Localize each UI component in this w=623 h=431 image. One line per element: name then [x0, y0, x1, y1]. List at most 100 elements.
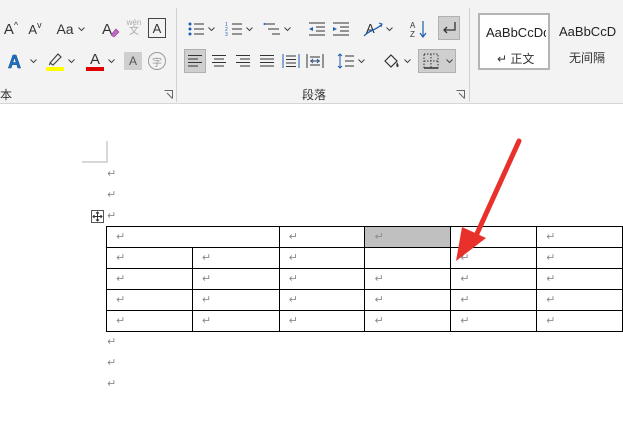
highlight-dropdown[interactable]	[66, 49, 76, 73]
table-cell[interactable]: ↵	[278, 247, 366, 269]
chinese-layout-button[interactable]: A	[362, 17, 384, 41]
column-width-button[interactable]	[304, 49, 326, 73]
line-spacing-dropdown[interactable]	[356, 49, 366, 73]
shrink-font-button[interactable]: Av	[24, 17, 46, 41]
multilevel-list-dropdown[interactable]	[282, 17, 292, 41]
style-normal[interactable]: AaBbCcDd ↵ 正文	[478, 13, 550, 70]
table-cell[interactable]: ↵	[364, 268, 452, 290]
increase-indent-button[interactable]	[330, 17, 352, 41]
highlight-color-swatch	[46, 67, 64, 71]
table-cell[interactable]: ↵	[106, 289, 193, 311]
character-shading-button[interactable]: A	[124, 52, 142, 70]
table-row: ↵ ↵ ↵ ↵ ↵	[106, 247, 623, 269]
table-cell[interactable]: ↵	[364, 310, 452, 332]
clear-formatting-button[interactable]: A	[100, 17, 120, 41]
chevron-down-icon	[357, 58, 365, 63]
chevron-down-icon	[446, 58, 453, 63]
align-left-button[interactable]	[184, 49, 206, 73]
table-cell[interactable]: ↵	[536, 247, 623, 269]
table-cell[interactable]: ↵	[191, 289, 280, 311]
table-cell[interactable]: ↵	[191, 310, 280, 332]
grow-font-label: A	[3, 20, 14, 38]
align-center-button[interactable]	[208, 49, 230, 73]
bullets-button[interactable]	[186, 17, 206, 41]
table-cell[interactable]: ↵	[278, 268, 366, 290]
group-separator	[469, 8, 470, 102]
character-border-button[interactable]: A	[148, 18, 166, 38]
change-case-dropdown[interactable]	[76, 17, 86, 41]
chevron-down-icon	[403, 58, 411, 63]
decrease-indent-button[interactable]	[306, 17, 328, 41]
table-cell[interactable]: ↵	[450, 268, 538, 290]
justify-button[interactable]	[256, 49, 278, 73]
table-cell[interactable]: ↵	[536, 289, 623, 311]
shading-dropdown[interactable]	[402, 49, 412, 73]
style-no-spacing[interactable]: AaBbCcD 无间隔	[552, 13, 623, 70]
table-cell[interactable]: ↵	[364, 289, 452, 311]
style-no-spacing-sample: AaBbCcD	[559, 24, 617, 39]
table-cell[interactable]: ↵	[191, 268, 280, 290]
cell-end-mark: ↵	[546, 273, 556, 285]
table-cell-selected[interactable]: ↵	[364, 226, 452, 248]
numbering-button[interactable]: 1 2 3	[224, 17, 244, 41]
font-dialog-launcher-icon[interactable]	[164, 90, 173, 99]
table-cell[interactable]: ↵	[450, 310, 538, 332]
paragraph-dialog-launcher-icon[interactable]	[456, 90, 465, 99]
text-effects-icon: A	[8, 52, 22, 71]
show-formatting-marks-button[interactable]	[438, 16, 460, 40]
text-effects-button[interactable]: A	[4, 49, 28, 73]
cell-end-mark: ↵	[201, 252, 212, 264]
font-color-button[interactable]: A	[84, 49, 106, 73]
sort-az-icon: A Z	[410, 21, 427, 39]
table-cell[interactable]: ↵	[450, 289, 538, 311]
table-cell[interactable]: ↵	[278, 289, 366, 311]
caret-up-icon: ^	[13, 20, 19, 30]
paragraph-mark: ↵	[107, 168, 117, 180]
table-cell[interactable]: ↵	[106, 310, 193, 332]
table-cell[interactable]: ↵	[536, 268, 623, 290]
phonetic-guide-button[interactable]: wén 文	[124, 15, 144, 39]
table-row: ↵ ↵ ↵ ↵ ↵ ↵	[106, 289, 623, 311]
table-cell[interactable]: ↵	[191, 247, 280, 269]
chinese-layout-dropdown[interactable]	[384, 17, 394, 41]
table-cell[interactable]	[364, 247, 452, 269]
table-move-handle-icon[interactable]	[91, 210, 104, 223]
enclose-characters-button[interactable]: 字	[148, 52, 166, 70]
bullets-dropdown[interactable]	[206, 17, 216, 41]
borders-button[interactable]	[418, 49, 456, 73]
numbering-dropdown[interactable]	[244, 17, 254, 41]
table-cell[interactable]: ↵	[278, 226, 366, 248]
table-cell[interactable]: ↵	[536, 226, 623, 248]
cell-end-mark: ↵	[116, 315, 126, 327]
cell-end-mark: ↵	[116, 294, 126, 306]
cell-end-mark: ↵	[288, 294, 298, 306]
align-right-button[interactable]	[232, 49, 254, 73]
distributed-icon	[282, 54, 300, 68]
table-cell-merged[interactable]: ↵	[106, 226, 280, 248]
table-cell[interactable]: ↵	[278, 310, 366, 332]
highlight-button[interactable]	[44, 49, 66, 73]
line-spacing-button[interactable]	[336, 49, 356, 73]
multilevel-list-button[interactable]	[262, 17, 282, 41]
grow-font-button[interactable]: A ^	[0, 17, 22, 41]
cell-end-mark: ↵	[546, 231, 556, 243]
table-cell[interactable]: ↵	[106, 247, 193, 269]
paragraph-mark: ↵	[107, 189, 117, 201]
cell-end-mark: ↵	[201, 273, 212, 285]
chevron-down-icon	[283, 26, 291, 31]
table-cell[interactable]: ↵	[106, 268, 193, 290]
text-effects-dropdown[interactable]	[28, 49, 38, 73]
change-case-button[interactable]: Aa	[54, 17, 76, 41]
paragraph-mark-toggle-icon	[443, 22, 456, 34]
table-cell[interactable]: ↵	[536, 310, 623, 332]
margin-corner-marker	[82, 141, 108, 163]
sort-button[interactable]: A Z	[408, 17, 430, 41]
document-page[interactable]: ↵ ↵ ↵ ↵ ↵ ↵ ↵ ↵ ↵ ↵ ↵ ↵ ↵ ↵ ↵ ↵ ↵ ↵ ↵ ↵ …	[0, 105, 623, 431]
paragraph-mark: ↵	[107, 210, 117, 222]
shading-button[interactable]	[380, 49, 402, 73]
character-border-label: A	[152, 20, 162, 36]
paint-bucket-icon	[384, 54, 399, 68]
distributed-button[interactable]	[280, 49, 302, 73]
font-color-dropdown[interactable]	[106, 49, 116, 73]
document-table[interactable]: ↵ ↵ ↵ ↵ ↵ ↵ ↵ ↵ ↵ ↵ ↵ ↵ ↵ ↵ ↵ ↵ ↵ ↵ ↵ ↵ …	[106, 226, 623, 332]
